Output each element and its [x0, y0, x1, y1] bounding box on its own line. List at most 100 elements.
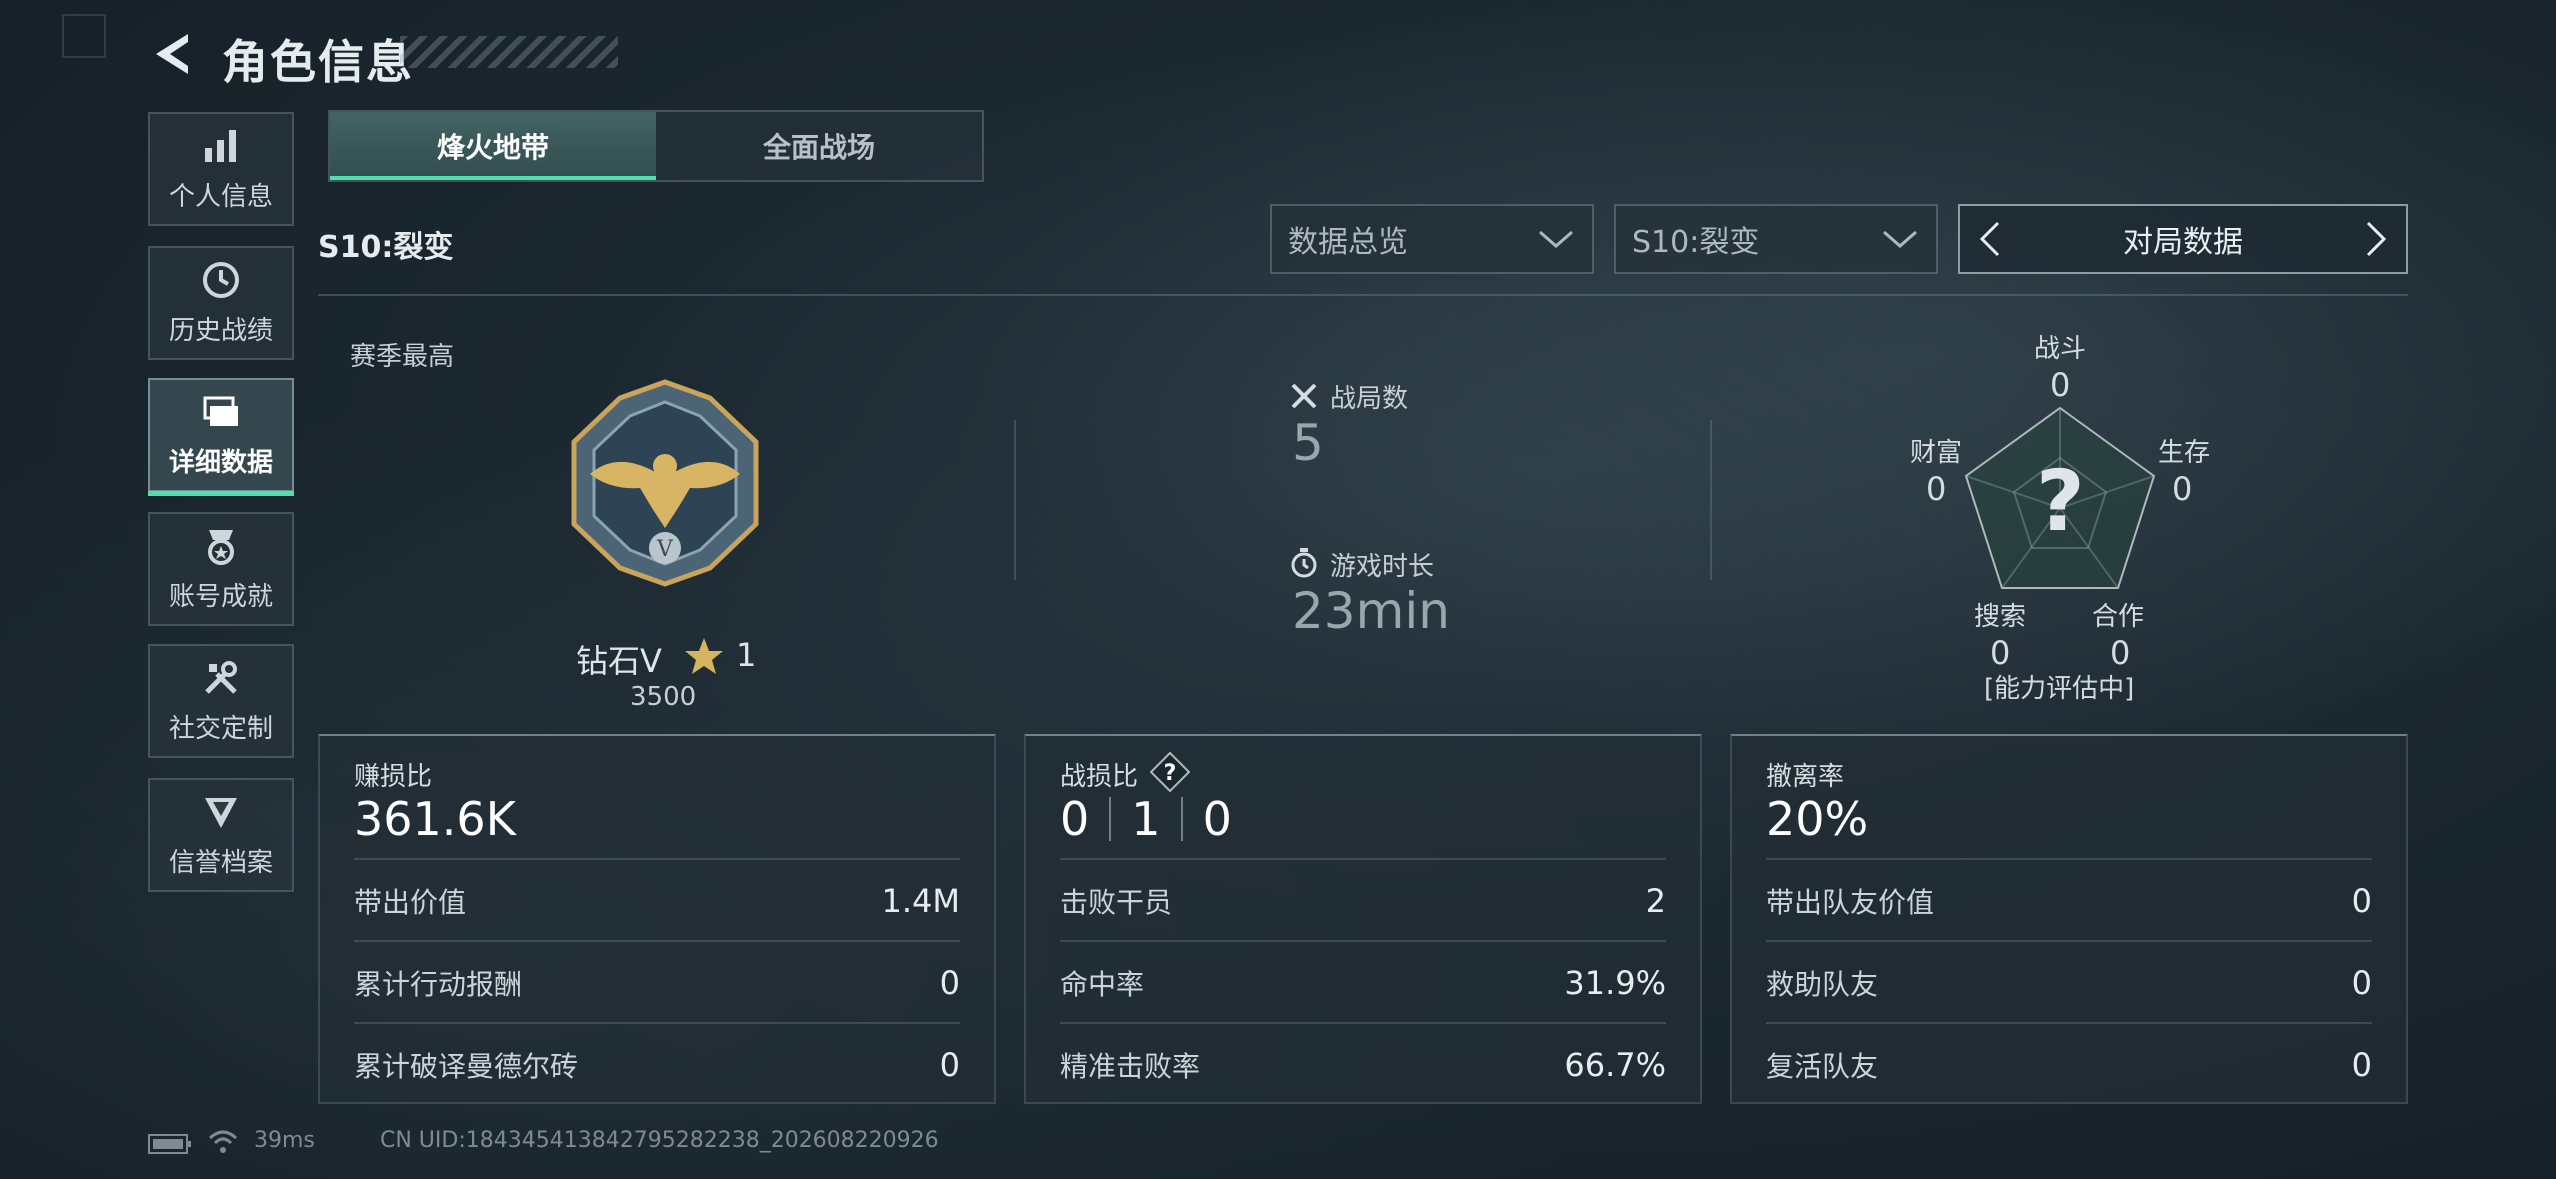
chevron-left-icon — [1979, 221, 2000, 257]
bar-chart-icon — [205, 129, 236, 162]
radar-value-wealth: 0 — [1926, 470, 1947, 508]
kd-value: 0 — [1060, 792, 1090, 846]
kd-value: 0 — [1202, 792, 1232, 846]
tools-icon — [205, 660, 237, 694]
card-main-value: 20% — [1766, 792, 1869, 846]
kd-separator — [1109, 797, 1112, 841]
row-label: 累计行动报酬 — [354, 968, 523, 1001]
clock-icon — [203, 261, 239, 298]
radar-value-survival: 0 — [2172, 470, 2193, 508]
row-label: 累计破译曼德尔砖 — [354, 1050, 579, 1083]
svg-text:?: ? — [1164, 761, 1177, 786]
rank-star-count: 1 — [736, 636, 757, 674]
radar-label-wealth: 财富 — [1910, 438, 1963, 468]
row-label: 复活队友 — [1766, 1050, 1879, 1083]
folders-icon — [203, 396, 238, 426]
list-item: 复活队友 0 — [1766, 1022, 2372, 1106]
sidebar-item-achievements[interactable]: 账号成就 — [148, 512, 294, 626]
corner-decoration — [62, 14, 106, 58]
sidebar-item-reputation[interactable]: 信誉档案 — [148, 778, 294, 892]
play-time-label: 游戏时长 — [1330, 552, 1435, 582]
row-value: 0 — [2351, 964, 2372, 1002]
star-icon — [685, 638, 723, 674]
sidebar-item-label: 个人信息 — [168, 181, 273, 212]
radar-label-survival: 生存 — [2158, 438, 2211, 468]
stopwatch-icon — [1291, 548, 1317, 578]
sidebar-item-label: 社交定制 — [168, 713, 273, 744]
list-item: 累计破译曼德尔砖 0 — [354, 1022, 960, 1106]
card-main-value: 361.6K — [354, 792, 516, 846]
mode-tab-bar: 烽火地带 全面战场 — [328, 110, 984, 182]
season-title: S10:裂变 — [318, 230, 454, 265]
help-icon[interactable]: ? — [1150, 752, 1190, 792]
kd-value: 1 — [1131, 792, 1161, 846]
chevron-right-icon — [2366, 221, 2387, 257]
row-value: 0 — [939, 1046, 960, 1084]
battery-icon — [148, 1134, 191, 1154]
sidebar-item-match-history[interactable]: 历史战绩 — [148, 246, 294, 360]
rank-badge-icon: V — [571, 379, 759, 587]
extraction-card: 撤离率 20% 带出队友价值 0 救助队友 0 复活队友 0 — [1730, 734, 2408, 1104]
list-item: 带出队友价值 0 — [1766, 858, 2372, 942]
back-arrow-icon[interactable] — [148, 30, 196, 78]
data-type-dropdown[interactable]: 数据总览 — [1270, 204, 1594, 274]
season-best-label: 赛季最高 — [350, 342, 455, 372]
sidebar-item-social-custom[interactable]: 社交定制 — [148, 644, 294, 758]
radar-label-cooperation: 合作 — [2092, 602, 2145, 632]
sidebar-item-personal-info[interactable]: 个人信息 — [148, 112, 294, 226]
dropdown-value: 数据总览 — [1288, 225, 1408, 260]
row-value: 31.9% — [1564, 964, 1666, 1002]
row-label: 命中率 — [1060, 968, 1145, 1001]
tab-hazard-zone[interactable]: 烽火地带 — [330, 112, 656, 180]
radar-label-combat: 战斗 — [2034, 334, 2087, 364]
row-value: 0 — [2351, 1046, 2372, 1084]
tab-full-battlefield[interactable]: 全面战场 — [656, 112, 982, 180]
sidebar-item-label: 信誉档案 — [168, 847, 273, 878]
list-item: 累计行动报酬 0 — [354, 940, 960, 1024]
radar-center-mark: ? — [2036, 452, 2085, 550]
page-title: 角色信息 — [222, 35, 414, 89]
list-item: 救助队友 0 — [1766, 940, 2372, 1024]
row-label: 带出价值 — [354, 886, 467, 919]
svg-text:V: V — [656, 537, 674, 562]
radar-value-cooperation: 0 — [2110, 634, 2131, 672]
kd-ratio: 0 1 0 — [1060, 792, 1232, 846]
row-value: 66.7% — [1564, 1046, 1666, 1084]
sidebar-item-label: 历史战绩 — [168, 315, 273, 346]
card-title: 战损比 — [1060, 762, 1139, 792]
play-time-value: 23min — [1292, 582, 1450, 640]
ping-readout: 39ms — [254, 1128, 315, 1153]
list-item: 精准击败率 66.7% — [1060, 1022, 1666, 1106]
crossed-swords-icon — [1291, 383, 1317, 409]
kd-separator — [1180, 797, 1183, 841]
season-dropdown[interactable]: S10:裂变 — [1614, 204, 1938, 274]
matches-label: 战局数 — [1330, 384, 1409, 414]
radar-status: [能力评估中] — [1984, 674, 2135, 704]
card-title: 撤离率 — [1766, 762, 1845, 792]
divider — [1710, 420, 1712, 580]
radar-value-combat: 0 — [2050, 366, 2071, 404]
card-title: 赚损比 — [354, 762, 433, 792]
rank-name: 钻石V — [576, 642, 662, 680]
next-button[interactable] — [2358, 217, 2394, 261]
row-value: 0 — [939, 964, 960, 1002]
wifi-icon — [208, 1130, 238, 1153]
profit-card: 赚损比 361.6K 带出价值 1.4M 累计行动报酬 0 累计破译曼德尔砖 0 — [318, 734, 996, 1104]
data-view-switcher: 对局数据 — [1958, 204, 2408, 274]
prev-button[interactable] — [1972, 217, 2008, 261]
chevron-down-icon — [1539, 230, 1573, 248]
sidebar-item-detailed-data[interactable]: 详细数据 — [148, 378, 294, 496]
row-label: 带出队友价值 — [1766, 886, 1935, 919]
dropdown-value: S10:裂变 — [1632, 225, 1760, 260]
matches-value: 5 — [1292, 414, 1324, 472]
switcher-value: 对局数据 — [2123, 225, 2243, 260]
row-value: 0 — [2351, 882, 2372, 920]
row-value: 1.4M — [881, 882, 961, 920]
list-item: 命中率 31.9% — [1060, 940, 1666, 1024]
radar-label-search: 搜索 — [1974, 602, 2027, 632]
divider — [1014, 420, 1016, 580]
row-label: 救助队友 — [1766, 968, 1879, 1001]
row-value: 2 — [1645, 882, 1666, 920]
chevron-down-icon — [1883, 230, 1917, 248]
list-item: 击败干员 2 — [1060, 858, 1666, 942]
